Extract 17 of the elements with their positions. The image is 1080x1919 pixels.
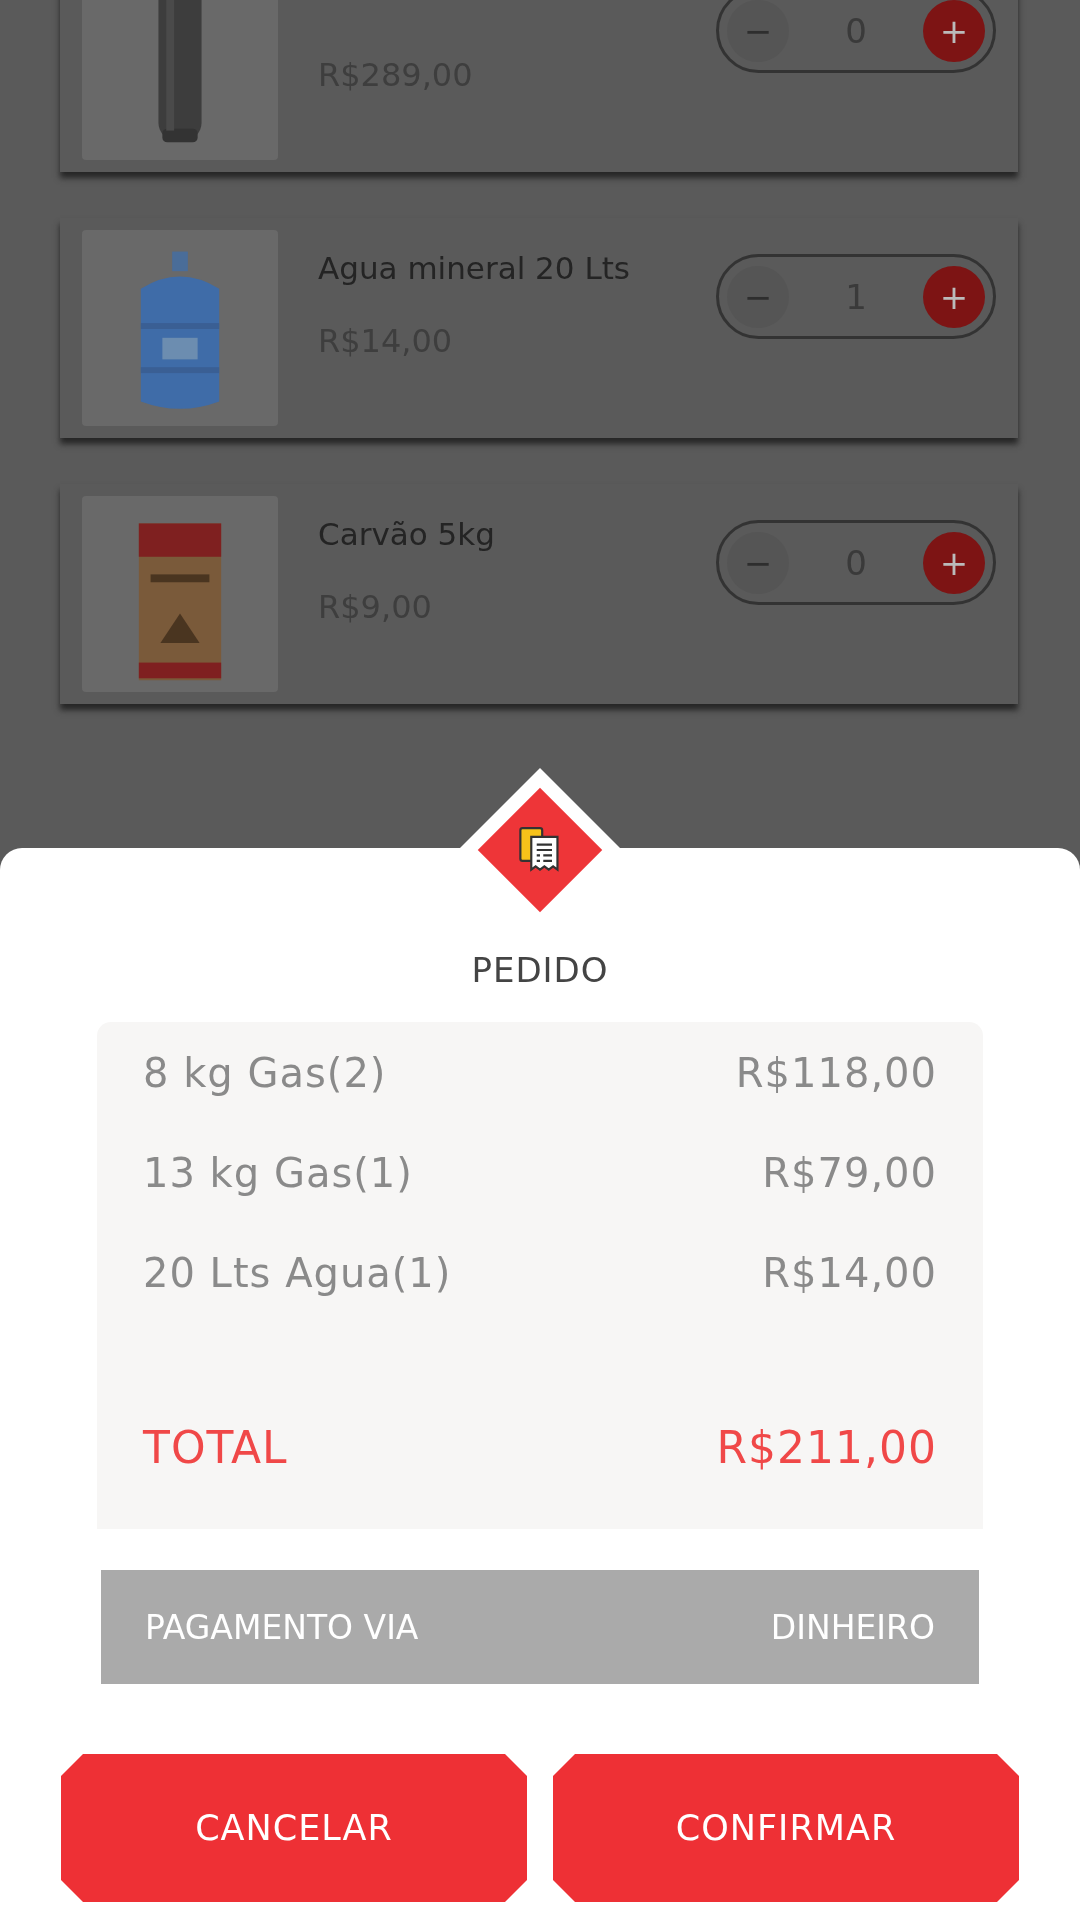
confirm-button[interactable]: CONFIRMAR xyxy=(553,1754,1019,1902)
cancel-button[interactable]: CANCELAR xyxy=(61,1754,527,1902)
total-label: TOTAL xyxy=(143,1422,288,1475)
plus-button[interactable]: + xyxy=(923,265,985,328)
item-price: R$79,00 xyxy=(762,1150,937,1198)
item-price: R$14,00 xyxy=(762,1250,937,1298)
order-title: PEDIDO xyxy=(471,950,609,990)
item-name: 20 Lts Agua(1) xyxy=(143,1250,452,1298)
total-value: R$211,00 xyxy=(716,1422,937,1475)
plus-button[interactable]: + xyxy=(923,531,985,594)
payment-method: DINHEIRO xyxy=(770,1607,935,1647)
payment-label: PAGAMENTO VIA xyxy=(145,1607,419,1647)
receipt-icon xyxy=(518,826,562,874)
item-name: 13 kg Gas(1) xyxy=(143,1150,413,1198)
plus-button[interactable]: + xyxy=(923,0,985,62)
item-price: R$118,00 xyxy=(735,1050,937,1098)
item-name: 8 kg Gas(2) xyxy=(143,1050,387,1098)
